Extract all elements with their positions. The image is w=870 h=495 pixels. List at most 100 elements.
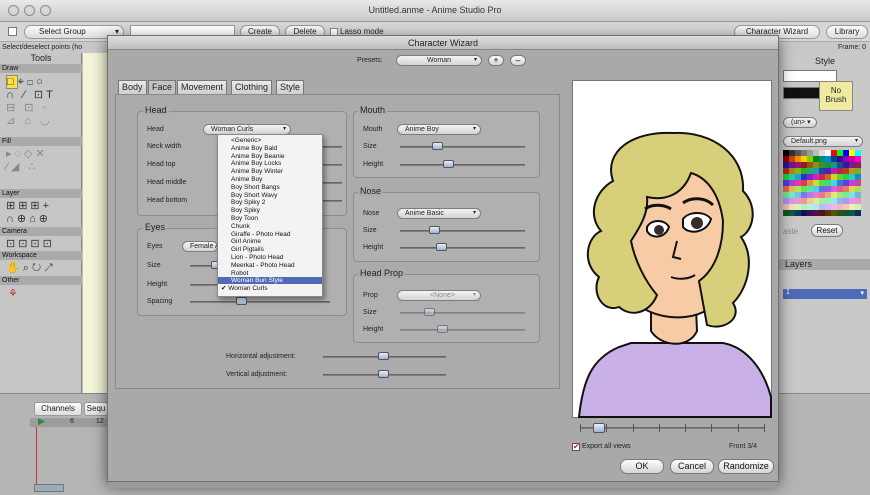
fill-tools-row-1[interactable]: ▸◌◇✕ — [6, 148, 48, 160]
dropdown-item[interactable]: Boy Short Wavy — [218, 192, 322, 199]
nose-popup-value: Anime Basic — [405, 210, 444, 217]
draw-tools-row-3[interactable]: ⊟ ⊡ ◦ — [6, 102, 49, 114]
playhead-line[interactable] — [36, 427, 37, 487]
library-button[interactable]: Library — [826, 25, 868, 39]
dropdown-item[interactable]: Anime Boy Locks — [218, 160, 322, 167]
mouth-size-slider[interactable] — [400, 146, 525, 148]
head-group-title: Head — [143, 105, 169, 115]
mouth-size-knob[interactable] — [432, 142, 443, 150]
play-icon[interactable]: ▶ — [38, 416, 45, 427]
mouth-height-knob[interactable] — [443, 160, 454, 168]
nose-popup[interactable]: Anime Basic ▾ — [397, 208, 481, 219]
horizontal-adjustment-knob[interactable] — [378, 352, 389, 360]
nose-height-slider[interactable] — [400, 247, 525, 249]
ok-button[interactable]: OK — [620, 459, 664, 474]
section-fill: Fill — [0, 137, 82, 146]
vertical-adjustment-knob[interactable] — [378, 370, 389, 378]
prop-height-slider[interactable] — [400, 329, 525, 331]
nose-size-slider[interactable] — [400, 230, 525, 232]
draw-tools-row-2[interactable]: ∩ ⁄ ⊡T — [6, 89, 56, 101]
export-all-views-checkbox[interactable]: ✔ — [572, 443, 580, 451]
dropdown-item[interactable]: Giraffe - Photo Head — [218, 231, 322, 238]
remove-preset-button[interactable]: – — [510, 55, 526, 66]
tab-style[interactable]: Style — [276, 80, 305, 94]
cancel-button[interactable]: Cancel — [670, 459, 714, 474]
dropdown-item[interactable]: Meerkat - Photo Head — [218, 262, 322, 269]
head-middle-slider[interactable] — [322, 182, 342, 184]
neck-width-slider[interactable] — [322, 146, 342, 148]
view-angle-knob[interactable] — [593, 423, 605, 433]
eyes-spacing-knob[interactable] — [236, 297, 247, 305]
dropdown-item[interactable]: <Generic> — [218, 137, 322, 144]
style-popup[interactable]: (un> ▾ — [783, 117, 817, 128]
window-title: Untitled.anme - Anime Studio Pro — [368, 5, 502, 15]
dropdown-item[interactable]: Robot — [218, 270, 322, 277]
fill-tools-row-2[interactable]: ⁄◢ ∴ — [6, 161, 38, 173]
nose-height-label: Height — [363, 244, 384, 251]
dropdown-item[interactable]: Lion - Photo Head — [218, 254, 322, 261]
workspace-tools-row[interactable]: ✋⌕↻↗ — [6, 262, 56, 274]
section-workspace: Workspace — [0, 251, 82, 260]
timeline-scrollbar[interactable] — [34, 484, 64, 492]
dropdown-item[interactable]: Boy Spiky — [218, 207, 322, 214]
paste-button[interactable]: aste — [783, 227, 798, 236]
swatch-set-popup[interactable]: Default.png ▾ — [783, 136, 863, 147]
head-style-dropdown-menu: <Generic> Anime Boy Bald Anime Boy Beanie A… — [217, 134, 323, 297]
prop-height-knob[interactable] — [437, 325, 448, 333]
layer-tools-row-2[interactable]: ∩⊕⌂⊕ — [6, 213, 51, 225]
mouth-popup[interactable]: Anime Boy ▾ — [397, 124, 481, 135]
add-preset-button[interactable]: + — [488, 55, 504, 66]
eyes-popup[interactable]: Female A — [182, 241, 218, 252]
eyes-height-slider[interactable] — [190, 284, 217, 286]
dropdown-item[interactable]: Anime Boy Bald — [218, 145, 322, 152]
prop-row-label: Prop — [363, 292, 378, 299]
other-tool-icon[interactable]: ⚘ — [8, 287, 18, 300]
dropdown-item[interactable]: Anime Boy Beanie — [218, 153, 322, 160]
dropdown-item[interactable]: Chunk — [218, 223, 322, 230]
dropdown-item[interactable]: Anime Boy Winter — [218, 168, 322, 175]
dropdown-item[interactable]: Boy Short Bangs — [218, 184, 322, 191]
dropdown-item[interactable]: Girl Anime — [218, 238, 322, 245]
layer-row[interactable]: 1 ▾ — [783, 289, 867, 299]
section-other: Other — [0, 276, 82, 285]
tab-clothing[interactable]: Clothing — [231, 80, 273, 94]
eyes-spacing-slider[interactable] — [190, 301, 330, 303]
mouth-height-slider[interactable] — [400, 164, 525, 166]
head-top-slider[interactable] — [322, 164, 342, 166]
toolbar-checkbox[interactable] — [8, 27, 17, 36]
nose-height-knob[interactable] — [436, 243, 447, 251]
dropdown-item[interactable]: Boy Spiky 2 — [218, 199, 322, 206]
draw-tools-row-4[interactable]: ⊿ ⌂ ◡ — [6, 115, 53, 127]
layer-tools-row-1[interactable]: ⊞⊞⊞+ — [6, 200, 52, 212]
sequencer-tab[interactable]: Sequ — [84, 402, 108, 416]
nose-row-label: Nose — [363, 210, 380, 217]
eyes-size-label: Size — [147, 262, 161, 269]
reset-button[interactable]: Reset — [811, 224, 843, 237]
dropdown-item[interactable]: Anime Boy — [218, 176, 322, 183]
presets-popup[interactable]: Woman ▾ — [396, 55, 482, 66]
tab-body[interactable]: Body — [118, 80, 147, 94]
dropdown-item[interactable]: Woman Bun Style — [218, 277, 322, 285]
draw-tools-row-1[interactable]: □⌖◻○ — [6, 75, 46, 89]
nose-size-knob[interactable] — [429, 226, 440, 234]
prop-popup-value: <None> — [430, 292, 455, 299]
color-swatch-grid[interactable] — [783, 150, 863, 220]
prop-popup[interactable]: <None> ▾ — [397, 290, 481, 301]
shirt-shape — [577, 342, 772, 418]
no-brush-button[interactable]: No Brush — [819, 81, 853, 111]
prop-size-knob[interactable] — [424, 308, 435, 316]
channels-tab[interactable]: Channels — [34, 402, 82, 416]
tab-movement[interactable]: Movement — [177, 80, 228, 94]
dropdown-item[interactable]: Boy Toon — [218, 215, 322, 222]
color-swatch[interactable] — [855, 210, 861, 216]
randomize-button[interactable]: Randomize — [718, 459, 774, 474]
dropdown-item[interactable]: Girl Pigtails — [218, 246, 322, 253]
camera-tools-row[interactable]: ⊡⊡⊡⊡ — [6, 238, 55, 250]
head-bottom-slider[interactable] — [322, 200, 342, 202]
timeline-ruler[interactable]: ▶ 6 12 — [30, 416, 110, 427]
view-label: Front 3/4 — [729, 443, 758, 450]
frame-12-label: 12 — [96, 418, 104, 425]
tab-face[interactable]: Face — [148, 80, 177, 94]
prop-size-slider[interactable] — [400, 312, 525, 314]
dropdown-item[interactable]: ✔ Woman Curls — [218, 285, 322, 292]
